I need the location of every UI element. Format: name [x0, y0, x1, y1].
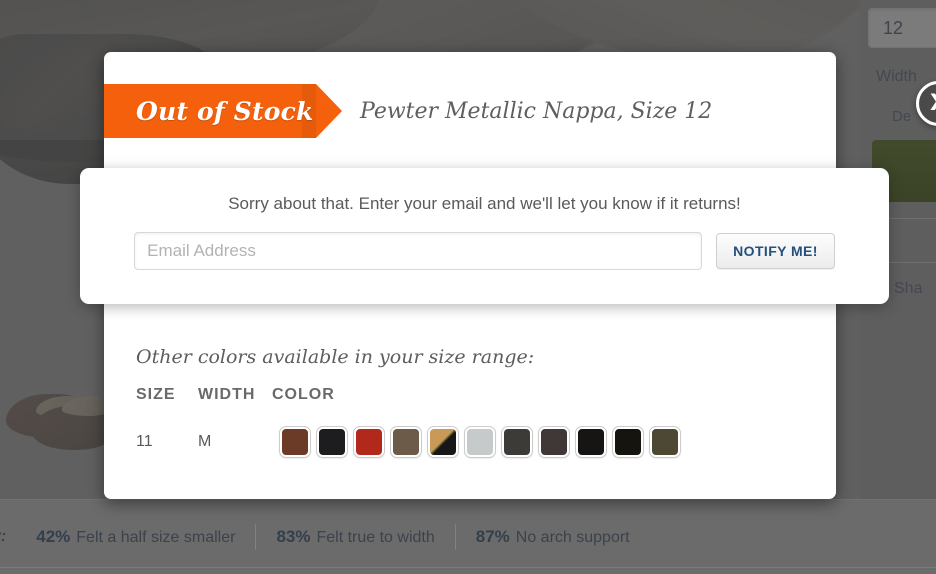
color-swatch-red[interactable] — [354, 427, 384, 457]
color-swatch-jet-black[interactable] — [613, 427, 643, 457]
header-color: COLOR — [272, 386, 335, 403]
header-size: SIZE — [136, 386, 176, 403]
cell-width: M — [198, 433, 212, 450]
color-swatch-brown[interactable] — [280, 427, 310, 457]
status-banner: Out of Stock Pewter Metallic Nappa, Size… — [104, 84, 836, 138]
color-swatch-tan-black-split[interactable] — [428, 427, 458, 457]
cell-size: 11 — [136, 433, 153, 450]
color-swatch-list — [280, 427, 680, 457]
email-input[interactable] — [134, 232, 703, 270]
other-colors-headers: SIZE WIDTH COLOR — [136, 386, 335, 404]
product-variant-label: Pewter Metallic Nappa, Size 12 — [360, 98, 713, 124]
other-colors-title: Other colors available in your size rang… — [136, 346, 535, 368]
color-swatch-dark-brown-grey[interactable] — [539, 427, 569, 457]
color-swatch-taupe-brown[interactable] — [391, 427, 421, 457]
out-of-stock-modal: Out of Stock Pewter Metallic Nappa, Size… — [80, 52, 936, 499]
notify-me-card: Sorry about that. Enter your email and w… — [80, 168, 889, 304]
header-width: WIDTH — [198, 386, 256, 403]
table-row: 11 M — [136, 424, 680, 460]
color-swatch-light-grey[interactable] — [465, 427, 495, 457]
color-swatch-black[interactable] — [576, 427, 606, 457]
notify-form: NOTIFY ME! — [80, 232, 889, 270]
color-swatch-olive-brown[interactable] — [650, 427, 680, 457]
status-flag-label: Out of Stock — [136, 96, 314, 126]
status-flag: Out of Stock — [104, 84, 342, 138]
notify-message: Sorry about that. Enter your email and w… — [228, 194, 741, 213]
color-swatch-black-textured[interactable] — [317, 427, 347, 457]
notify-me-button[interactable]: NOTIFY ME! — [716, 233, 835, 269]
color-swatch-dark-grey[interactable] — [502, 427, 532, 457]
